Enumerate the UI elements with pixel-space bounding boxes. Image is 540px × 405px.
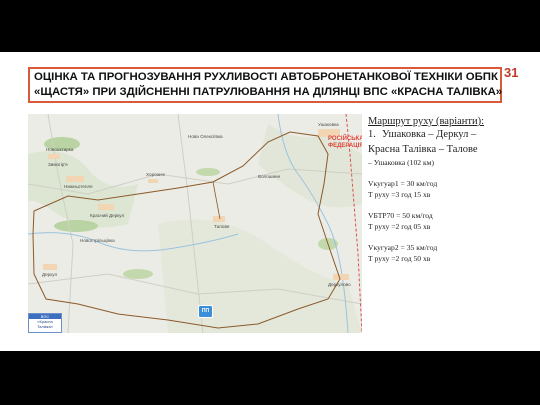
route-map: Новоохтирка Зимогір'я Нижньотепле Красни… [28,114,362,333]
place-label: Красний Деркул [90,213,125,218]
time-3: Т руху =2 год 50 хв [368,254,431,263]
route-line-2: Красна Талівка – Талове [368,144,478,155]
route-heading: Маршрут руху (варіанти): [368,116,485,127]
place-label: Волошине [258,174,281,179]
slide: 31 ОЦІНКА ТА ПРОГНОЗУВАННЯ РУХЛИВОСТІ АВ… [0,52,540,351]
place-label: Нова Олексіївка [188,134,223,139]
place-label: Деркул [42,272,58,277]
place-label: Зимогір'я [48,162,68,167]
place-label: Нижньотепле [64,184,93,189]
speed-1: Vкугуар1 = 30 км/год [368,179,438,188]
place-label: Новоохтирка [46,147,74,152]
title-line-2: «ЩАСТЯ» ПРИ ЗДІЙСНЕННІ ПАТРУЛЮВАННЯ НА Д… [34,86,503,98]
checkpoint-name: «Красна Талівка» [36,319,54,329]
place-label: Деркулово [328,282,351,287]
time-2: Т руху =2 год 05 хв [368,222,431,231]
place-label: Новострільцівка [80,238,115,243]
route-number: 1. [368,129,376,140]
title-line-1: ОЦІНКА ТА ПРОГНОЗУВАННЯ РУХЛИВОСТІ АВТОБ… [34,71,498,83]
speed-3: Vкугуар2 = 35 км/год [368,243,438,252]
slide-number: 31 [504,65,519,80]
route-item: 1. Ушаковка – Деркул – [368,127,536,142]
place-label: Ушаковка [318,122,339,127]
time-1: Т руху =3 год 15 хв [368,190,431,199]
place-label: Талове [214,224,230,229]
checkpoint-badge: ВПС «Красна Талівка» [28,313,62,333]
country-label: РОСІЙСЬКА ФЕДЕРАЦІЯ [328,136,362,149]
slide-title: ОЦІНКА ТА ПРОГНОЗУВАННЯ РУХЛИВОСТІ АВТОБ… [28,67,502,103]
speed-2: VБТР70 = 50 км/год [368,211,433,220]
place-label: Хорошеє [146,172,166,177]
route-line-1: Ушаковка – Деркул – [382,129,477,140]
map-graphic [28,114,362,333]
route-info: Маршрут руху (варіанти): 1. Ушаковка – Де… [368,116,536,264]
route-line-3: – Ушаковка (102 км) [368,158,434,167]
patrol-point-marker: ПП [198,305,213,318]
